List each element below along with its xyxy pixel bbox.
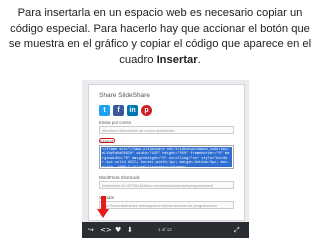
- url-field[interactable]: http://www.slideshare.net/osqui/concepto…: [99, 201, 234, 209]
- facebook-icon[interactable]: f: [113, 105, 124, 116]
- viewer-toolbar: ↪ <> ♥ ⬇ 1 of 12 ⤢: [82, 222, 249, 238]
- download-icon[interactable]: ⬇: [127, 225, 133, 235]
- screenshot-share-dialog: Share SlideShare t f in p Enviar por cor…: [82, 80, 249, 238]
- pinterest-icon[interactable]: p: [141, 105, 152, 116]
- twitter-icon[interactable]: t: [99, 105, 110, 116]
- caption-end: .: [197, 53, 201, 66]
- red-arrow-shaft: [101, 196, 106, 210]
- share-icon[interactable]: ↪: [88, 225, 94, 235]
- share-dialog: Share SlideShare t f in p Enviar por cor…: [88, 84, 245, 221]
- like-icon[interactable]: ♥: [115, 225, 121, 235]
- embed-code-text: <iframe src="//www.slideshare.net/slides…: [101, 147, 232, 167]
- embed-icon[interactable]: <>: [100, 225, 112, 235]
- page-indicator: 1 of 12: [158, 227, 172, 232]
- caption-bold-term: Insertar: [156, 53, 198, 66]
- embed-code-box[interactable]: <iframe src="//www.slideshare.net/slides…: [99, 145, 234, 169]
- dialog-title: Share SlideShare: [99, 92, 150, 99]
- linkedin-icon[interactable]: in: [127, 105, 138, 116]
- instruction-caption: Para insertarla en un espacio web es nec…: [6, 6, 314, 68]
- email-label: Enviar por correo: [99, 120, 132, 125]
- wordpress-label: WordPress Shortcode: [99, 175, 140, 180]
- wordpress-shortcode-field[interactable]: [slideshare id=49728416&doc=conceptosbas…: [99, 181, 234, 189]
- embed-highlight-circle: [99, 138, 115, 143]
- fullscreen-icon[interactable]: ⤢: [234, 225, 240, 235]
- red-arrow-head: [97, 209, 109, 218]
- email-field[interactable]: Introducir direcciones de correo electró…: [99, 126, 234, 134]
